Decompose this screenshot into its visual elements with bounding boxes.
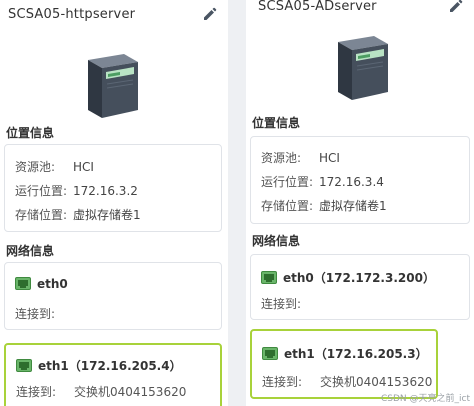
nic-name-row: eth0（172.172.3.200） (261, 269, 435, 286)
network-port-icon (262, 347, 278, 360)
nic-connection-row: 连接到: 交换机0404153620 (16, 383, 186, 400)
nic-card-eth0[interactable]: eth0 连接到: (4, 262, 222, 330)
connected-label: 连接到: (262, 375, 303, 389)
connected-label: 连接到: (16, 385, 57, 399)
nic-card-eth1[interactable]: eth1（172.16.205.4） 连接到: 交换机0404153620 (4, 343, 222, 406)
nic-card-eth1[interactable]: eth1（172.16.205.3） 连接到: 交换机0404153620 (250, 329, 438, 399)
nic-name-row: eth1（172.16.205.3） (262, 345, 428, 362)
nic-name: eth1（172.16.205.3） (284, 347, 428, 361)
pool-value: HCI (319, 151, 340, 165)
edit-icon[interactable] (448, 0, 464, 14)
nic-name-row: eth1（172.16.205.4） (16, 357, 182, 374)
network-port-icon (261, 271, 277, 284)
nic-connection-row: 连接到: (15, 305, 73, 322)
host-label: 运行位置: (15, 184, 68, 198)
location-section-title: 位置信息 (6, 126, 55, 140)
pool-label: 资源池: (261, 151, 302, 165)
location-row-host: 运行位置: 172.16.3.4 (261, 173, 384, 190)
server-icon (338, 36, 388, 100)
location-row-storage: 存储位置: 虚拟存储卷1 (261, 197, 387, 214)
location-row-storage: 存储位置: 虚拟存储卷1 (15, 206, 141, 223)
nic-name: eth0 (37, 277, 68, 291)
location-section-title: 位置信息 (252, 116, 301, 130)
nic-name: eth0（172.172.3.200） (283, 271, 435, 285)
location-row-host: 运行位置: 172.16.3.2 (15, 182, 138, 199)
connected-label: 连接到: (261, 297, 302, 311)
location-row-pool: 资源池: HCI (15, 158, 94, 175)
host-label: 运行位置: (261, 175, 314, 189)
location-row-pool: 资源池: HCI (261, 149, 340, 166)
watermark: CSDN @天亮之前_ict (381, 394, 470, 404)
edit-icon[interactable] (202, 6, 218, 22)
location-card: 资源池: HCI 运行位置: 172.16.3.2 存储位置: 虚拟存储卷1 (4, 144, 222, 232)
vm-title: SCSA05-ADserver (258, 0, 377, 14)
nic-connection-row: 连接到: 交换机0404153620 (262, 373, 432, 390)
network-section-title: 网络信息 (252, 234, 301, 248)
nic-name: eth1（172.16.205.4） (38, 359, 182, 373)
storage-label: 存储位置: (261, 199, 314, 213)
storage-label: 存储位置: (15, 208, 68, 222)
nic-name-row: eth0 (15, 277, 68, 291)
network-port-icon (15, 277, 31, 290)
server-icon (88, 54, 138, 118)
host-value: 172.16.3.4 (319, 175, 384, 189)
storage-value: 虚拟存储卷1 (73, 208, 141, 222)
location-card: 资源池: HCI 运行位置: 172.16.3.4 存储位置: 虚拟存储卷1 (250, 136, 470, 224)
vm-header: SCSA05-ADserver (246, 0, 474, 22)
storage-value: 虚拟存储卷1 (319, 199, 387, 213)
connected-label: 连接到: (15, 307, 56, 321)
vm-panel-httpserver: SCSA05-httpserver 位置信息 资源池: HCI 运行位置: 172.… (0, 0, 228, 406)
connected-value: 交换机0404153620 (74, 385, 187, 399)
network-section-title: 网络信息 (6, 244, 55, 258)
host-value: 172.16.3.2 (73, 184, 138, 198)
pool-label: 资源池: (15, 160, 56, 174)
panel-divider (228, 0, 246, 406)
vm-title: SCSA05-httpserver (8, 7, 136, 22)
connected-value: 交换机0404153620 (320, 375, 433, 389)
network-port-icon (16, 359, 32, 372)
pool-value: HCI (73, 160, 94, 174)
nic-card-eth0[interactable]: eth0（172.172.3.200） 连接到: (250, 254, 470, 320)
vm-panel-adserver: SCSA05-ADserver 位置信息 资源池: HCI 运行位置: 172.16… (246, 0, 474, 406)
nic-connection-row: 连接到: (261, 295, 319, 312)
vm-header: SCSA05-httpserver (0, 0, 228, 30)
